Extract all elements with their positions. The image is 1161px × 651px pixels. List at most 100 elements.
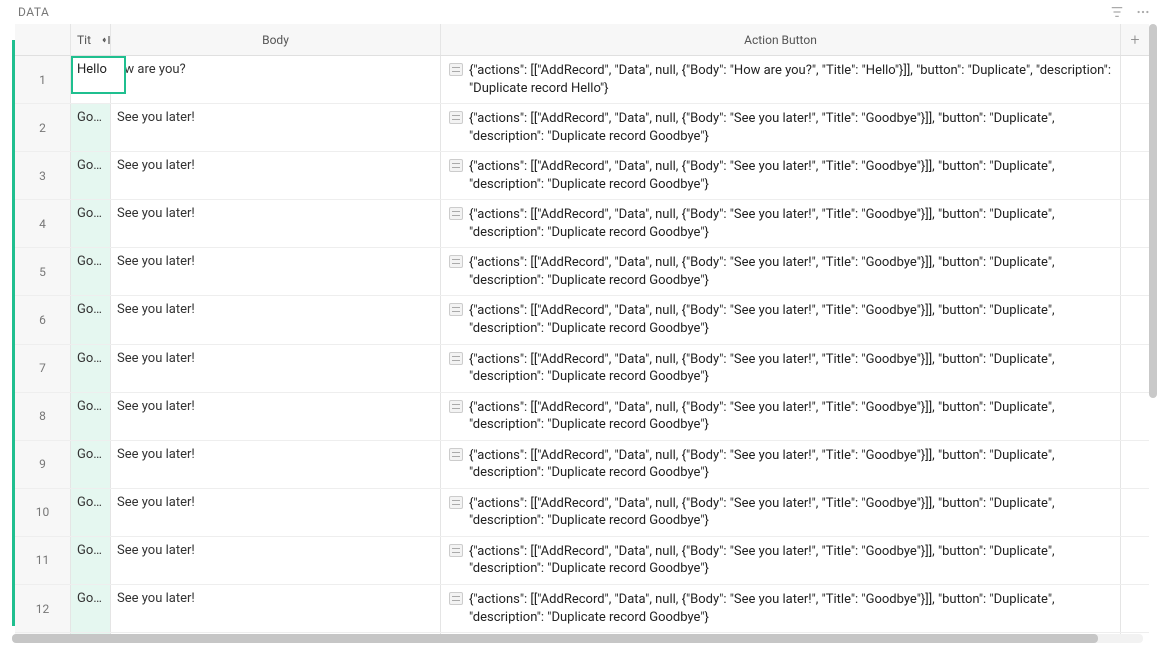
row-number[interactable]: 3 [15, 152, 71, 199]
column-header-title-label: Tit [77, 33, 91, 47]
row-number[interactable]: 9 [15, 441, 71, 488]
row-number[interactable]: 1 [15, 56, 71, 103]
table-row[interactable]: 3Go…See you later!{"actions": [["AddReco… [15, 152, 1149, 200]
row-number[interactable]: 6 [15, 296, 71, 343]
more-menu-icon[interactable] [1135, 4, 1151, 20]
cell-action[interactable]: {"actions": [["AddRecord", "Data", null,… [441, 393, 1121, 440]
horizontal-scrollbar[interactable] [12, 634, 1143, 643]
expand-json-icon[interactable] [449, 303, 463, 316]
table-row[interactable]: 12Go…See you later! {"actions": [["AddRec… [15, 585, 1149, 633]
cell-title[interactable] [71, 56, 111, 103]
row-number[interactable]: 4 [15, 200, 71, 247]
cell-add-spacer [1121, 537, 1149, 584]
cell-body[interactable]: See you later! [111, 296, 441, 343]
cell-body[interactable]: See you later! [111, 393, 441, 440]
cell-action[interactable]: {"actions": [["AddRecord", "Data", null,… [441, 248, 1121, 295]
cell-add-spacer [1121, 345, 1149, 392]
cell-body[interactable]: See you later! [111, 152, 441, 199]
cell-title[interactable]: Go… [71, 489, 111, 536]
expand-json-icon[interactable] [449, 63, 463, 76]
table-row[interactable]: 4Go…See you later! {"actions": [["AddReco… [15, 200, 1149, 248]
expand-json-icon[interactable] [449, 400, 463, 413]
cell-title[interactable]: Go… [71, 248, 111, 295]
row-number[interactable]: 10 [15, 489, 71, 536]
expand-json-icon[interactable] [449, 496, 463, 509]
cell-action[interactable]: {"actions": [["AddRecord", "Data", null,… [441, 104, 1121, 151]
cell-action-text: {"actions": [["AddRecord", "Data", null,… [469, 206, 1112, 241]
cell-title[interactable]: Go… [71, 200, 111, 247]
cell-body[interactable]: See you later! [111, 441, 441, 488]
cell-body[interactable]: See you later! [111, 489, 441, 536]
cell-action[interactable]: {"actions": [["AddRecord", "Data", null,… [441, 489, 1121, 536]
vertical-scrollbar-thumb[interactable] [1149, 24, 1157, 398]
cell-title[interactable]: Go… [71, 345, 111, 392]
row-number[interactable]: 8 [15, 393, 71, 440]
cell-action-text: {"actions": [["AddRecord", "Data", null,… [469, 110, 1112, 145]
cell-action-text: {"actions": [["AddRecord", "Data", null,… [469, 254, 1112, 289]
expand-json-icon[interactable] [449, 255, 463, 268]
cell-body[interactable]: See you later! [111, 200, 441, 247]
horizontal-scrollbar-thumb[interactable] [12, 634, 1098, 643]
expand-json-icon[interactable] [449, 352, 463, 365]
cell-add-spacer [1121, 296, 1149, 343]
row-number[interactable]: 7 [15, 345, 71, 392]
table-row[interactable]: 6Go…See you later! {"actions": [["AddReco… [15, 296, 1149, 344]
data-grid: Tit Body Action Button + 1ow ar [15, 24, 1149, 634]
table-row[interactable]: 10Go…See you later!{"actions": [["AddRec… [15, 489, 1149, 537]
cell-action[interactable]: {"actions": [["AddRecord", "Data", null,… [441, 537, 1121, 584]
table-row[interactable]: 7Go…See you later!{"actions": [["AddReco… [15, 345, 1149, 393]
table-row[interactable]: 5Go…See you later! {"actions": [["AddReco… [15, 248, 1149, 296]
cell-body[interactable]: See you later! [111, 104, 441, 151]
cell-action-text: {"actions": [["AddRecord", "Data", null,… [469, 591, 1112, 626]
vertical-scrollbar[interactable] [1149, 24, 1157, 544]
row-number[interactable]: 2 [15, 104, 71, 151]
cell-action[interactable]: {"actions": [["AddRecord", "Data", null,… [441, 296, 1121, 343]
cell-body[interactable]: See you later! [111, 585, 441, 632]
expand-json-icon[interactable] [449, 159, 463, 172]
table-row[interactable]: 2Go…See you later! {"actions": [["AddReco… [15, 104, 1149, 152]
column-header-action[interactable]: Action Button [441, 24, 1121, 55]
cell-title[interactable]: Go… [71, 393, 111, 440]
cell-action[interactable]: {"actions": [["AddRecord", "Data", null,… [441, 152, 1121, 199]
plus-icon: + [1130, 30, 1139, 49]
column-header-body[interactable]: Body [111, 24, 441, 55]
cell-add-spacer [1121, 56, 1149, 103]
add-column-button[interactable]: + [1121, 24, 1149, 55]
expand-json-icon[interactable] [449, 111, 463, 124]
cell-action[interactable]: {"actions": [["AddRecord", "Data", null,… [441, 345, 1121, 392]
cell-add-spacer [1121, 585, 1149, 632]
cell-title[interactable]: Go… [71, 296, 111, 343]
table-row[interactable]: 9Go…See you later!{"actions": [["AddReco… [15, 441, 1149, 489]
cell-add-spacer [1121, 441, 1149, 488]
cell-title[interactable]: Go… [71, 104, 111, 151]
row-number[interactable]: 5 [15, 248, 71, 295]
cell-body[interactable]: See you later! [111, 537, 441, 584]
cell-title[interactable]: Go… [71, 152, 111, 199]
cell-body[interactable]: ow are you? [111, 56, 441, 103]
cell-action[interactable]: {"actions": [["AddRecord", "Data", null,… [441, 441, 1121, 488]
cell-body[interactable]: See you later! [111, 345, 441, 392]
cell-action[interactable]: {"actions": [["AddRecord", "Data", null,… [441, 585, 1121, 632]
cell-title[interactable]: Go… [71, 585, 111, 632]
cell-action[interactable]: {"actions": [["AddRecord", "Data", null,… [441, 56, 1121, 103]
cell-title[interactable]: Go… [71, 441, 111, 488]
section-header: DATA [0, 0, 1161, 24]
cell-body[interactable]: See you later! [111, 248, 441, 295]
column-header-action-label: Action Button [744, 33, 817, 47]
cell-title[interactable]: Go… [71, 537, 111, 584]
cell-action-text: {"actions": [["AddRecord", "Data", null,… [469, 399, 1112, 434]
expand-json-icon[interactable] [449, 592, 463, 605]
column-resize-handle-icon[interactable] [101, 32, 111, 48]
table-row[interactable]: 1 ow are you?{"actions": [["AddRecord", "… [15, 56, 1149, 104]
expand-json-icon[interactable] [449, 544, 463, 557]
expand-json-icon[interactable] [449, 448, 463, 461]
row-number[interactable]: 11 [15, 537, 71, 584]
cell-action-text: {"actions": [["AddRecord", "Data", null,… [469, 302, 1112, 337]
filter-icon[interactable] [1109, 4, 1125, 20]
table-row[interactable]: 11Go…See you later!{"actions": [["AddRec… [15, 537, 1149, 585]
table-row[interactable]: 8Go…See you later! {"actions": [["AddReco… [15, 393, 1149, 441]
row-number[interactable]: 12 [15, 585, 71, 632]
cell-action[interactable]: {"actions": [["AddRecord", "Data", null,… [441, 200, 1121, 247]
column-header-title[interactable]: Tit [71, 24, 111, 55]
expand-json-icon[interactable] [449, 207, 463, 220]
